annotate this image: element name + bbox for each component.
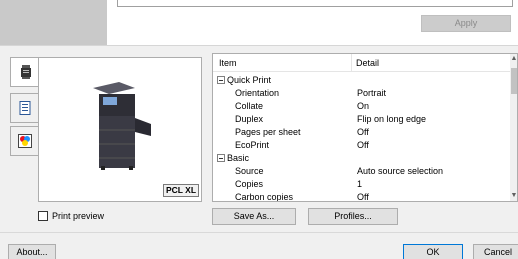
printer-icon [20, 65, 31, 79]
tree-setting-row[interactable]: Orientation Portrait [213, 87, 510, 100]
tree-setting-row[interactable]: Source Auto source selection [213, 165, 510, 178]
divider [0, 45, 518, 46]
scroll-thumb[interactable] [511, 68, 517, 94]
tab-printer[interactable] [10, 57, 40, 87]
printer-image [93, 82, 151, 170]
tab-strip [10, 57, 40, 205]
setting-name: Pages per sheet [235, 127, 301, 137]
setting-name: Copies [235, 179, 264, 189]
save-as-button[interactable]: Save As... [212, 208, 296, 225]
top-inner-box [117, 0, 513, 7]
print-preview-label: Print preview [52, 211, 105, 221]
tree-group-row[interactable]: Basic [213, 152, 510, 165]
list-header: Item Detail [213, 54, 510, 72]
setting-name: Duplex [235, 114, 264, 124]
list-scrollbar[interactable]: ▲ ▼ [510, 54, 517, 201]
setting-name: Orientation [235, 88, 280, 98]
setting-value: Off [357, 192, 369, 202]
tree-setting-row[interactable]: Collate On [213, 100, 510, 113]
about-button[interactable]: About... [8, 244, 56, 259]
setting-name: Source [235, 166, 264, 176]
setting-value: Portrait [357, 88, 387, 98]
profiles-button[interactable]: Profiles... [308, 208, 398, 225]
ok-button[interactable]: OK [403, 244, 463, 259]
setting-value: Off [357, 140, 369, 150]
print-preview-option[interactable]: Print preview [38, 211, 104, 221]
column-header-detail[interactable]: Detail [356, 58, 379, 68]
setting-value: On [357, 101, 370, 111]
collapse-icon[interactable] [217, 76, 225, 84]
color-icon [17, 134, 32, 148]
setting-value: Flip on long edge [357, 114, 427, 124]
group-label: Basic [227, 153, 250, 163]
tree-group-row[interactable]: Quick Print [213, 74, 510, 87]
setting-name: Collate [235, 101, 264, 111]
setting-name: EcoPrint [235, 140, 270, 150]
settings-list[interactable]: Item Detail Quick Print Orientation Portra… [212, 53, 518, 202]
setting-name: Carbon copies [235, 192, 294, 202]
setting-value: Auto source selection [357, 166, 444, 176]
tree-setting-row[interactable]: EcoPrint Off [213, 139, 510, 152]
tree-setting-row[interactable]: Duplex Flip on long edge [213, 113, 510, 126]
document-icon [19, 101, 30, 115]
print-preview-checkbox[interactable] [38, 211, 48, 221]
setting-value: 1 [357, 179, 363, 189]
column-header-item[interactable]: Item [219, 58, 237, 68]
pdl-badge: PCL XL [163, 184, 199, 197]
tree-setting-row[interactable]: Carbon copies Off [213, 191, 510, 202]
collapse-icon[interactable] [217, 154, 225, 162]
cancel-button[interactable]: Cancel [473, 244, 518, 259]
header-gray-panel [0, 0, 107, 45]
column-separator [351, 54, 352, 72]
tree-setting-row[interactable]: Copies 1 [213, 178, 510, 191]
group-label: Quick Print [227, 75, 272, 85]
footer-divider [0, 232, 518, 233]
tab-color[interactable] [10, 126, 39, 156]
apply-button[interactable]: Apply [421, 15, 511, 32]
scroll-down-arrow-icon[interactable]: ▼ [510, 191, 517, 201]
printer-preview-panel: PCL XL [38, 57, 202, 202]
setting-value: Off [357, 127, 369, 137]
scroll-up-arrow-icon[interactable]: ▲ [510, 54, 517, 64]
tree-setting-row[interactable]: Pages per sheet Off [213, 126, 510, 139]
tab-document[interactable] [10, 93, 39, 123]
